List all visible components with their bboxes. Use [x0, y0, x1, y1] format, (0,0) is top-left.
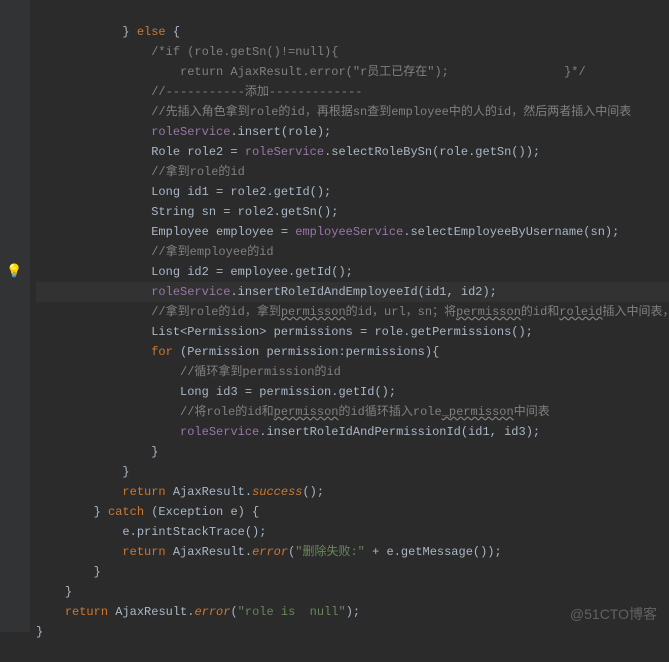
code-line: Role role2 = roleService.selectRoleBySn(… [36, 145, 540, 159]
watermark: @51CTO博客 [570, 604, 657, 624]
code-line: return AjaxResult.error("role is null"); [36, 605, 360, 619]
code-line: for (Permission permission:permissions){ [36, 345, 439, 359]
code-line: } catch (Exception e) { [36, 505, 259, 519]
code-line: } [36, 625, 43, 639]
editor-gutter: 💡 [0, 0, 30, 632]
code-line-highlighted: roleService.insertRoleIdAndEmployeeId(id… [36, 282, 669, 302]
code-line: //拿到role的id，拿到permisson的id，url，sn；将permi… [36, 305, 669, 319]
code-line: //循环拿到permission的id [36, 365, 341, 379]
code-line: return AjaxResult.error("r员工已存在"); }*/ [36, 65, 586, 79]
code-line: Long id1 = role2.getId(); [36, 185, 331, 199]
code-line: roleService.insert(role); [36, 125, 331, 139]
code-line: List<Permission> permissions = role.getP… [36, 325, 533, 339]
code-line: return AjaxResult.error("删除失败:" + e.getM… [36, 545, 502, 559]
code-line: } else { [36, 25, 180, 39]
code-line: //拿到role的id [36, 165, 245, 179]
code-line: } [36, 445, 158, 459]
code-line: return AjaxResult.success(); [36, 485, 324, 499]
code-line: } [36, 585, 72, 599]
code-line: Long id2 = employee.getId(); [36, 265, 353, 279]
code-line: //-----------添加------------- [36, 85, 362, 99]
lightbulb-icon[interactable]: 💡 [6, 262, 22, 282]
code-line: //将role的id和permisson的id循环插入role_permisso… [36, 405, 550, 419]
code-area[interactable]: } else { /*if (role.getSn()!=null){ retu… [30, 0, 669, 632]
code-line: //拿到employee的id [36, 245, 274, 259]
code-line: } [36, 565, 101, 579]
code-line: Long id3 = permission.getId(); [36, 385, 396, 399]
code-line: //先插入角色拿到role的id，再根据sn查到employee中的人的id，然… [36, 105, 631, 119]
code-line: Employee employee = employeeService.sele… [36, 225, 619, 239]
code-line: /*if (role.getSn()!=null){ [36, 45, 338, 59]
code-line: roleService.insertRoleIdAndPermissionId(… [36, 425, 540, 439]
code-line: } [36, 465, 130, 479]
code-line: e.printStackTrace(); [36, 525, 266, 539]
code-line: String sn = role2.getSn(); [36, 205, 338, 219]
code-editor[interactable]: 💡 } else { /*if (role.getSn()!=null){ re… [0, 0, 669, 632]
